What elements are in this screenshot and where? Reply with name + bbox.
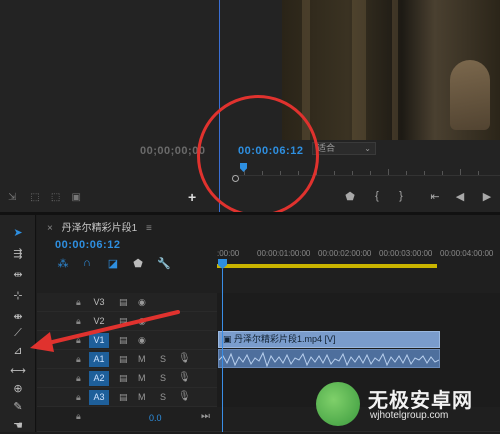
source-controls: ⇲ ⬚ ⬚ ▣ bbox=[8, 192, 81, 203]
sync-lock-icon[interactable]: ▤ bbox=[119, 316, 128, 327]
track-select-tool-icon[interactable]: ⇶ bbox=[10, 246, 26, 262]
playhead-line bbox=[222, 269, 223, 432]
lock-icon[interactable]: 🔒︎ bbox=[76, 354, 81, 365]
video-clip[interactable]: ▣ 丹泽尔精彩片段1.mp4 [V] bbox=[218, 331, 440, 348]
lock-icon[interactable]: 🔒︎ bbox=[76, 411, 81, 422]
overwrite-icon[interactable]: ⬚ bbox=[51, 192, 60, 203]
audio-clip[interactable] bbox=[218, 349, 440, 368]
chevron-down-icon: ⌄ bbox=[364, 144, 371, 153]
monitor-area: 00;00;00;00 ⇲ ⬚ ⬚ ▣ + 00:00:06:12 适合 ⌄ ⬟… bbox=[0, 0, 500, 217]
ruler-label: 00:00:03:00:00 bbox=[379, 249, 433, 258]
master-volume-value[interactable]: 0.0 bbox=[149, 413, 162, 423]
audio-waveform bbox=[219, 351, 439, 367]
add-marker-icon[interactable]: ⬟ bbox=[132, 257, 144, 270]
hand-image bbox=[450, 60, 490, 130]
go-to-end-icon[interactable]: ⏭ bbox=[201, 411, 210, 422]
timeline-timecode[interactable]: 00:00:06:12 bbox=[55, 239, 120, 251]
track-area[interactable] bbox=[217, 293, 500, 312]
go-to-in-icon[interactable]: ⇤ bbox=[428, 190, 442, 203]
lock-icon[interactable]: 🔒︎ bbox=[76, 373, 81, 384]
sync-lock-icon[interactable]: ▤ bbox=[119, 335, 128, 346]
mark-in-icon[interactable]: { bbox=[370, 190, 384, 202]
lock-icon[interactable]: 🔒︎ bbox=[76, 392, 81, 403]
microphone-icon[interactable]: 🎙︎ bbox=[178, 353, 191, 364]
source-monitor: 00;00;00;00 ⇲ ⬚ ⬚ ▣ + bbox=[0, 0, 220, 212]
rate-stretch-tool-icon[interactable]: ⇼ bbox=[10, 309, 26, 325]
sequence-tab[interactable]: × 丹泽尔精彩片段1 ≡ bbox=[47, 219, 152, 234]
solo-button[interactable]: S bbox=[160, 392, 166, 402]
pen-tool-icon[interactable]: ⊕ bbox=[10, 381, 26, 397]
razor-tool-icon[interactable]: ⟋ bbox=[10, 325, 26, 341]
fit-dropdown[interactable]: 适合 ⌄ bbox=[312, 142, 376, 155]
time-ruler[interactable]: :00:00 00:00:01:00:00 00:00:02:00:00 00:… bbox=[217, 246, 500, 262]
watermark: 无极安卓网 wjhotelgroup.com bbox=[316, 380, 500, 428]
ruler-label: :00:00 bbox=[217, 249, 240, 258]
eye-icon[interactable]: ◉ bbox=[138, 335, 146, 346]
source-timecode[interactable]: 00;00;00;00 bbox=[140, 145, 205, 157]
watermark-brand: 无极安卓网 bbox=[368, 390, 473, 412]
marker-icon[interactable]: ⬟ bbox=[343, 190, 357, 203]
track-area[interactable] bbox=[217, 312, 500, 331]
track-name[interactable]: A2 bbox=[89, 371, 109, 386]
eye-icon[interactable]: ◉ bbox=[138, 297, 146, 308]
sync-lock-icon[interactable]: ▤ bbox=[119, 354, 128, 365]
microphone-icon[interactable]: 🎙︎ bbox=[178, 391, 191, 402]
track-name[interactable]: A1 bbox=[89, 352, 109, 367]
brand-logo-icon bbox=[316, 382, 360, 426]
sequence-name: 丹泽尔精彩片段1 bbox=[61, 223, 138, 234]
fit-dropdown-value: 适合 bbox=[317, 143, 336, 153]
add-button-icon[interactable]: + bbox=[188, 189, 196, 205]
track-name[interactable]: A3 bbox=[89, 390, 109, 405]
ruler-label: 00:00:01:00:00 bbox=[257, 249, 311, 258]
slip-tool-icon[interactable]: ⊿ bbox=[10, 343, 26, 359]
ruler-label: 00:00:04:00:00 bbox=[440, 249, 494, 258]
work-area-bar[interactable] bbox=[217, 264, 437, 268]
sync-lock-icon[interactable]: ▤ bbox=[119, 373, 128, 384]
solo-button[interactable]: S bbox=[160, 354, 166, 364]
linked-selection-icon[interactable]: ◪ bbox=[107, 257, 119, 270]
rolling-edit-tool-icon[interactable]: ⊹ bbox=[10, 288, 26, 304]
track-name[interactable]: V1 bbox=[89, 333, 109, 348]
track-row: 🔒︎ V2 ▤ ◉ bbox=[37, 312, 500, 331]
track-name[interactable]: V3 bbox=[89, 295, 109, 310]
sync-lock-icon[interactable]: ▤ bbox=[119, 392, 128, 403]
mark-out-icon[interactable]: } bbox=[394, 190, 408, 202]
ripple-edit-tool-icon[interactable]: ⇹ bbox=[10, 267, 26, 283]
hand-tool-icon[interactable]: ✎ bbox=[10, 399, 26, 415]
nest-icon[interactable]: ⁂ bbox=[57, 257, 69, 270]
sync-lock-icon[interactable]: ▤ bbox=[119, 297, 128, 308]
solo-button[interactable]: S bbox=[160, 373, 166, 383]
camera-icon[interactable]: ▣ bbox=[71, 192, 80, 203]
snap-magnet-icon[interactable]: ∩ bbox=[81, 257, 93, 269]
mute-button[interactable]: M bbox=[138, 392, 146, 402]
step-back-icon[interactable]: ◀ bbox=[453, 190, 467, 203]
lock-icon[interactable]: 🔒︎ bbox=[76, 297, 81, 308]
slide-tool-icon[interactable]: ⟷ bbox=[10, 363, 26, 379]
microphone-icon[interactable]: 🎙︎ bbox=[178, 372, 191, 383]
program-video-frame bbox=[282, 0, 500, 140]
settings-wrench-icon[interactable]: 🔧 bbox=[157, 257, 171, 270]
track-name[interactable]: V2 bbox=[89, 314, 109, 329]
selection-tool-icon[interactable]: ➤ bbox=[10, 225, 26, 241]
eye-icon[interactable]: ◉ bbox=[138, 316, 146, 327]
mute-button[interactable]: M bbox=[138, 373, 146, 383]
lock-icon[interactable]: 🔒︎ bbox=[76, 316, 81, 327]
track-row: 🔒︎ V3 ▤ ◉ bbox=[37, 293, 500, 312]
export-frame-icon[interactable]: ⇲ bbox=[8, 192, 16, 203]
video-clip-label: 丹泽尔精彩片段1.mp4 [V] bbox=[234, 334, 336, 344]
watermark-url: wjhotelgroup.com bbox=[370, 410, 449, 421]
mute-button[interactable]: M bbox=[138, 354, 146, 364]
close-tab-icon[interactable]: × bbox=[47, 223, 53, 234]
ruler-label: 00:00:02:00:00 bbox=[318, 249, 372, 258]
insert-icon[interactable]: ⬚ bbox=[30, 192, 39, 203]
clip-fx-icon: ▣ bbox=[223, 334, 235, 344]
play-icon[interactable]: ▶ bbox=[480, 190, 494, 203]
tools-panel: ➤ ⇶ ⇹ ⊹ ⇼ ⟋ ⊿ ⟷ ⊕ ✎ ☚ bbox=[0, 215, 36, 432]
panel-menu-icon[interactable]: ≡ bbox=[146, 223, 152, 234]
annotation-circle bbox=[197, 95, 319, 217]
lock-icon[interactable]: 🔒︎ bbox=[76, 335, 81, 346]
